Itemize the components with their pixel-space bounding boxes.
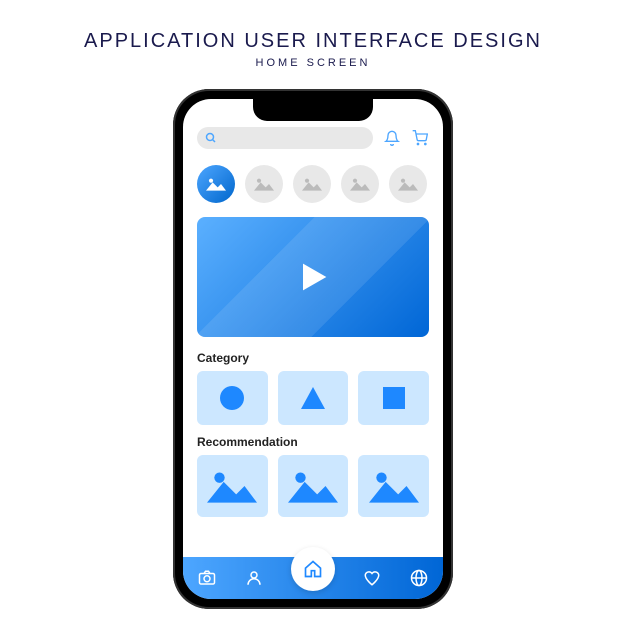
image-icon bbox=[302, 177, 322, 191]
circle-icon bbox=[219, 385, 245, 411]
screen: Category Recommendation bbox=[183, 99, 443, 599]
category-item[interactable] bbox=[197, 371, 268, 425]
globe-icon bbox=[410, 569, 428, 587]
nav-favorites[interactable] bbox=[362, 568, 382, 588]
search-input[interactable] bbox=[197, 127, 373, 149]
image-icon bbox=[207, 468, 257, 504]
category-heading: Category bbox=[183, 345, 443, 369]
image-icon bbox=[254, 177, 274, 191]
phone-notch bbox=[253, 99, 373, 121]
user-icon bbox=[245, 569, 263, 587]
page-title: APPLICATION USER INTERFACE DESIGN bbox=[84, 30, 542, 53]
heart-icon bbox=[363, 569, 381, 587]
recommendation-item[interactable] bbox=[358, 455, 429, 517]
nav-globe[interactable] bbox=[409, 568, 429, 588]
cart-icon bbox=[412, 130, 428, 146]
bell-icon bbox=[384, 130, 400, 146]
category-item[interactable] bbox=[278, 371, 349, 425]
triangle-icon bbox=[299, 385, 327, 411]
square-icon bbox=[382, 386, 406, 410]
play-icon bbox=[293, 257, 333, 297]
featured-video[interactable] bbox=[197, 217, 429, 337]
image-icon bbox=[350, 177, 370, 191]
cart-button[interactable] bbox=[411, 129, 429, 147]
home-icon bbox=[303, 559, 323, 579]
recommendation-row bbox=[183, 453, 443, 519]
image-icon bbox=[206, 177, 226, 191]
story-item[interactable] bbox=[341, 165, 379, 203]
bottom-nav bbox=[183, 557, 443, 599]
story-item[interactable] bbox=[389, 165, 427, 203]
stories-row bbox=[183, 159, 443, 209]
story-item[interactable] bbox=[293, 165, 331, 203]
image-icon bbox=[288, 468, 338, 504]
camera-icon bbox=[198, 569, 216, 587]
recommendation-heading: Recommendation bbox=[183, 429, 443, 453]
phone-frame: Category Recommendation bbox=[173, 89, 453, 609]
search-icon bbox=[205, 132, 217, 144]
story-item[interactable] bbox=[197, 165, 235, 203]
story-item[interactable] bbox=[245, 165, 283, 203]
category-row bbox=[183, 369, 443, 429]
notifications-button[interactable] bbox=[383, 129, 401, 147]
recommendation-item[interactable] bbox=[197, 455, 268, 517]
recommendation-item[interactable] bbox=[278, 455, 349, 517]
image-icon bbox=[369, 468, 419, 504]
page-subtitle: HOME SCREEN bbox=[256, 57, 371, 69]
category-item[interactable] bbox=[358, 371, 429, 425]
nav-camera[interactable] bbox=[197, 568, 217, 588]
nav-profile[interactable] bbox=[244, 568, 264, 588]
nav-home[interactable] bbox=[291, 547, 335, 591]
image-icon bbox=[398, 177, 418, 191]
